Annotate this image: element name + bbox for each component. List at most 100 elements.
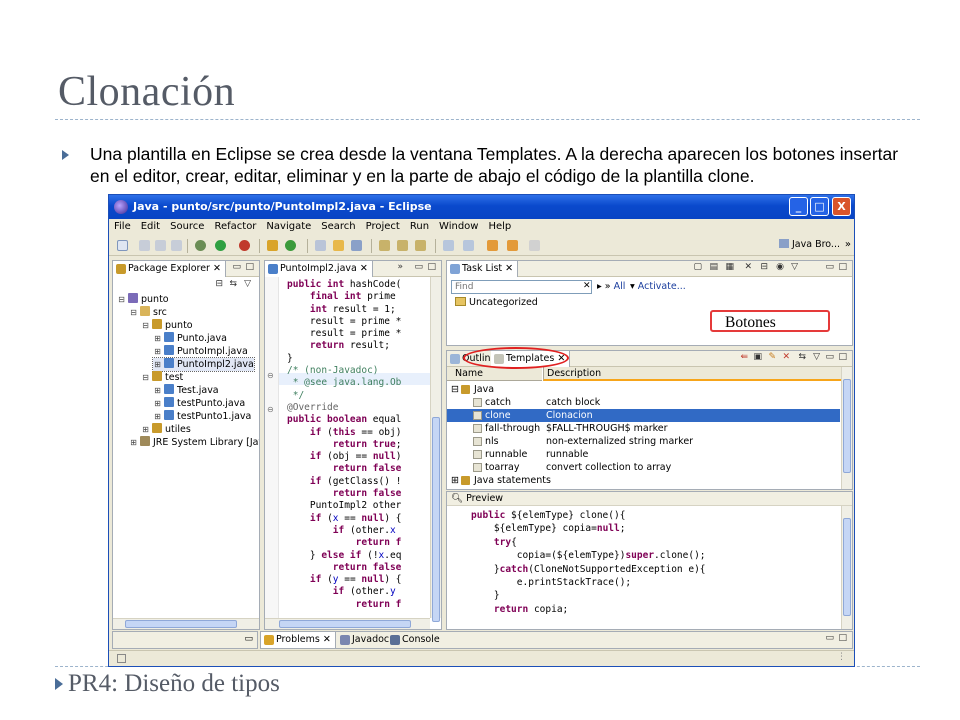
annotation-icon[interactable]	[397, 240, 408, 251]
expand-toggle-icon[interactable]: ⊟	[117, 293, 126, 306]
link-editor-icon[interactable]: ⇆	[798, 352, 806, 362]
maximize-button[interactable]: □	[810, 197, 829, 216]
open-folder-icon[interactable]	[333, 240, 344, 251]
window-titlebar[interactable]: Java - punto/src/punto/PuntoImpl2.java -…	[109, 195, 854, 219]
template-group-java[interactable]: ⊟ Java	[447, 383, 840, 396]
task-find-input[interactable]	[451, 280, 592, 294]
new-icon[interactable]	[117, 240, 128, 251]
expand-toggle-icon[interactable]: ⊟	[141, 319, 150, 332]
maximize-view-icon[interactable]: □	[838, 633, 847, 643]
column-header-description[interactable]: Description	[543, 367, 841, 381]
minimize-view-icon[interactable]: ▭	[232, 262, 241, 272]
tree-item[interactable]: ⊞ Test.java	[153, 384, 219, 397]
close-tab-icon[interactable]: ✕	[505, 263, 513, 274]
debug-icon[interactable]	[195, 240, 206, 251]
scroll-thumb[interactable]	[279, 620, 411, 628]
collapse-toggle-icon[interactable]: ⊟	[451, 383, 459, 396]
tree-item[interactable]: ⊞ testPunto1.java	[153, 410, 251, 423]
tab-javadoc[interactable]: Javadoc	[337, 632, 393, 648]
menu-source[interactable]: Source	[165, 219, 209, 232]
previous-annotation-icon[interactable]	[463, 240, 474, 251]
tab-problems[interactable]: Problems ✕	[261, 632, 336, 648]
marker-icon[interactable]	[379, 240, 390, 251]
scroll-thumb[interactable]	[432, 417, 440, 622]
minimize-view-icon[interactable]: ▭	[825, 352, 834, 362]
editor-tab-overflow[interactable]: »	[397, 262, 403, 272]
collapse-all-icon[interactable]: ⊟	[215, 279, 223, 289]
tab-puntoimpl2-java[interactable]: PuntoImpl2.java ✕	[265, 261, 373, 277]
editor-code[interactable]: public int hashCode( final int prime int…	[287, 279, 401, 611]
expand-toggle-icon[interactable]: ⊞	[153, 397, 162, 410]
print-icon[interactable]	[171, 240, 182, 251]
new-class-icon[interactable]	[285, 240, 296, 251]
expand-toggle-icon[interactable]: ⊞	[153, 384, 162, 397]
task-category-uncategorized[interactable]: Uncategorized	[455, 297, 538, 308]
tree-item[interactable]: ⊟ punto	[117, 293, 169, 306]
expand-toggle-icon[interactable]: ⊞	[129, 436, 138, 449]
template-row[interactable]: catch catch block	[447, 396, 840, 409]
template-row[interactable]: nls non-externalized string marker	[447, 435, 840, 448]
task-activate[interactable]: ▾ Activate...	[630, 281, 686, 292]
maximize-view-icon[interactable]: □	[245, 262, 254, 272]
tab-package-explorer[interactable]: Package Explorer ✕	[113, 261, 226, 277]
hide-completed-icon[interactable]: ✕	[744, 262, 752, 272]
edit-template-icon[interactable]: ✎	[768, 352, 776, 362]
minimize-view-icon[interactable]: ▭	[825, 262, 834, 272]
maximize-view-icon[interactable]: □	[838, 262, 847, 272]
restore-view-icon[interactable]: ▭	[244, 634, 253, 644]
save-icon[interactable]	[139, 240, 150, 251]
menu-help[interactable]: Help	[483, 219, 516, 232]
scroll-thumb[interactable]	[843, 379, 851, 473]
perspective-java-browsing[interactable]: Java Bro...	[778, 239, 840, 250]
maximize-view-icon[interactable]: □	[838, 352, 847, 362]
tree-item[interactable]: ⊞ JRE System Library [Java]	[129, 436, 259, 449]
maximize-view-icon[interactable]: □	[427, 262, 436, 272]
scheduled-icon[interactable]: ▦	[725, 262, 734, 272]
tree-item[interactable]: ⊟ punto	[141, 319, 193, 332]
template-preview-code[interactable]: public ${elemType} clone(){ ${elemType} …	[471, 509, 706, 616]
toolbar-overflow[interactable]: »	[845, 239, 851, 250]
save-all-icon[interactable]	[155, 240, 166, 251]
new-template-icon[interactable]: ▣	[753, 352, 762, 362]
new-task-icon[interactable]: ▢	[693, 262, 702, 272]
tree-item[interactable]: ⊞ testPunto.java	[153, 397, 245, 410]
column-header-name[interactable]: Name	[447, 367, 542, 381]
tree-item[interactable]: ⊟ test	[141, 371, 183, 384]
task-scheduled-filter[interactable]: ▸ » All	[597, 281, 625, 292]
expand-toggle-icon[interactable]: ⊞	[153, 332, 162, 345]
fold-marker-icon[interactable]: ⊖	[267, 371, 274, 380]
minimize-button[interactable]: _	[789, 197, 808, 216]
menu-run[interactable]: Run	[405, 219, 434, 232]
fast-view-icon[interactable]	[117, 654, 126, 663]
link-editor-icon[interactable]: ⇆	[229, 279, 237, 289]
editor-hscroll[interactable]	[265, 618, 430, 629]
run-icon[interactable]	[215, 240, 226, 251]
editor-vscroll[interactable]	[430, 277, 441, 622]
tab-task-list[interactable]: Task List ✕	[447, 261, 519, 277]
tree-item[interactable]: ⊞ utiles	[141, 423, 191, 436]
template-row[interactable]: clone Clonacion	[447, 409, 840, 422]
menu-navigate[interactable]: Navigate	[261, 219, 316, 232]
menu-refactor[interactable]: Refactor	[209, 219, 261, 232]
forward-menu-icon[interactable]	[529, 240, 540, 251]
scroll-thumb[interactable]	[125, 620, 237, 628]
categorized-icon[interactable]: ▤	[709, 262, 718, 272]
search-icon[interactable]	[351, 240, 362, 251]
close-button[interactable]: X	[832, 197, 851, 216]
menu-search[interactable]: Search	[316, 219, 360, 232]
focus-icon[interactable]: ◉	[776, 262, 784, 272]
explorer-hscroll[interactable]	[113, 618, 259, 629]
expand-toggle-icon[interactable]: ⊞	[153, 410, 162, 423]
fold-marker-icon[interactable]: ⊖	[267, 405, 274, 414]
tree-item[interactable]: ⊞ PuntoImpl2.java	[152, 357, 255, 372]
template-group-java-statements[interactable]: ⊞ Java statements	[447, 474, 840, 487]
templates-vscroll[interactable]	[841, 367, 852, 489]
clear-find-icon[interactable]: ✕	[583, 281, 591, 291]
tree-item[interactable]: ⊟ src	[129, 306, 167, 319]
close-tab-icon[interactable]: ✕	[213, 263, 221, 274]
collapse-all-icon[interactable]: ⊟	[760, 262, 768, 272]
view-menu-icon[interactable]: ▽	[244, 279, 251, 289]
template-row[interactable]: runnable runnable	[447, 448, 840, 461]
menu-file[interactable]: File	[109, 219, 136, 232]
expand-toggle-icon[interactable]: ⊞	[153, 345, 162, 358]
